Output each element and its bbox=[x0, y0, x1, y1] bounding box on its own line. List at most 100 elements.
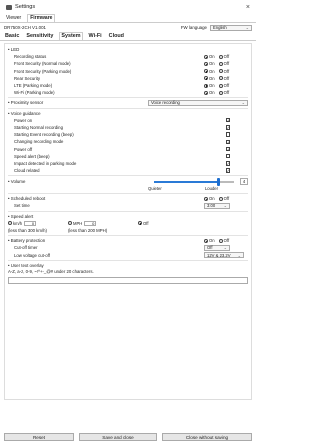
divider bbox=[8, 235, 248, 237]
reboot-radios: On Off bbox=[204, 196, 248, 201]
voice-label: Starting Event recording (beep) bbox=[14, 132, 74, 138]
voice-title: Voice guidance bbox=[10, 110, 41, 116]
radio-on[interactable]: On bbox=[204, 238, 215, 243]
radio-kmh[interactable]: km/h 0 bbox=[8, 220, 68, 226]
tab-basic[interactable]: Basic bbox=[4, 33, 20, 40]
reboot-label: Scheduled reboot bbox=[10, 196, 46, 202]
chevron-down-icon: ⌄ bbox=[223, 203, 227, 209]
radio-icon bbox=[204, 61, 208, 66]
kmh-stepper[interactable]: 0 bbox=[24, 220, 37, 226]
settings-tabs: Basic Sensitivity System Wi-Fi Cloud bbox=[0, 32, 256, 41]
radio-icon bbox=[204, 54, 208, 59]
battery-label: Battery protection bbox=[10, 238, 46, 244]
checkbox[interactable]: ✓ bbox=[225, 146, 230, 152]
radio-icon bbox=[218, 83, 223, 88]
tab-firmware[interactable]: Firmware bbox=[27, 14, 56, 22]
radio-on[interactable]: On bbox=[204, 76, 215, 81]
set-time-label: Set time bbox=[14, 203, 30, 209]
save-button[interactable]: Save and close bbox=[79, 433, 157, 441]
radio-icon bbox=[204, 69, 208, 74]
radio-on[interactable]: On bbox=[204, 61, 215, 66]
reset-button[interactable]: Reset bbox=[4, 433, 74, 441]
radio-icon bbox=[204, 196, 208, 201]
voice-row: Power on ✓ bbox=[8, 117, 248, 124]
voice-list: Power on ✓ Starting Normal recording ✓ Start… bbox=[8, 117, 248, 175]
checkbox[interactable]: ✓ bbox=[225, 168, 230, 173]
radio-off[interactable]: Off bbox=[218, 76, 229, 81]
volume-label: Volume bbox=[10, 179, 26, 185]
divider bbox=[8, 107, 248, 109]
set-time-row: Set time 3:00 ⌄ bbox=[8, 202, 248, 209]
radio-off[interactable]: Off bbox=[218, 83, 229, 88]
speed-row: km/h 0 MPH 0 Off bbox=[8, 220, 248, 227]
radio-off[interactable]: Off bbox=[218, 196, 229, 201]
radio-speed-off[interactable]: Off bbox=[138, 221, 149, 226]
title-bar: Settings × bbox=[0, 0, 256, 14]
top-tabs: Viewer Firmware bbox=[0, 14, 256, 23]
window-title: Settings bbox=[15, 4, 36, 10]
divider bbox=[8, 175, 248, 177]
radio-icon bbox=[204, 90, 208, 95]
close-without-saving-button[interactable]: Close without saving bbox=[162, 433, 252, 441]
tab-viewer[interactable]: Viewer bbox=[4, 15, 23, 22]
mph-hint: (less than 200 MPH) bbox=[68, 228, 108, 234]
overlay-input[interactable] bbox=[8, 276, 248, 284]
checkbox[interactable] bbox=[225, 154, 230, 159]
led-title: LED bbox=[10, 47, 20, 53]
fw-language-select[interactable]: English ⌄ bbox=[210, 24, 252, 31]
lowvolt-value: 12V & 23.2V bbox=[207, 252, 231, 258]
battery-row: • Battery protection On Off bbox=[8, 237, 248, 244]
lowvolt-select[interactable]: 12V & 23.2V ⌄ bbox=[204, 252, 244, 259]
radio-off[interactable]: Off bbox=[218, 69, 229, 74]
tab-system[interactable]: System bbox=[59, 32, 83, 40]
proximity-row: • Proximity sensor Voice recording ⌄ bbox=[8, 99, 248, 106]
tab-sensitivity[interactable]: Sensitivity bbox=[25, 33, 54, 40]
radio-icon bbox=[204, 76, 208, 81]
divider bbox=[8, 210, 248, 212]
radio-on[interactable]: On bbox=[204, 196, 215, 201]
close-icon[interactable]: × bbox=[246, 4, 250, 11]
radio-icon bbox=[218, 54, 223, 59]
led-label: Wi-Fi (Parking mode) bbox=[14, 90, 55, 96]
tab-wifi[interactable]: Wi-Fi bbox=[88, 33, 103, 40]
radio-off[interactable]: Off bbox=[218, 238, 229, 243]
volume-scale: Quieter Louder bbox=[148, 186, 218, 192]
volume-value[interactable]: 4 bbox=[240, 178, 248, 186]
checkbox[interactable]: ✓ bbox=[225, 125, 230, 130]
voice-row: Power off ✓ bbox=[8, 145, 248, 152]
led-row: Wi-Fi (Parking mode) On Off bbox=[8, 89, 248, 96]
radio-on[interactable]: On bbox=[204, 54, 215, 59]
led-label: Rear Security bbox=[14, 75, 41, 81]
battery-radios: On Off bbox=[204, 238, 248, 243]
checkbox[interactable] bbox=[225, 132, 230, 137]
voice-label: Cloud related bbox=[14, 168, 40, 174]
radio-on[interactable]: On bbox=[204, 90, 215, 95]
radio-icon bbox=[218, 69, 223, 74]
checkbox[interactable]: ✓ bbox=[225, 161, 230, 166]
proximity-select[interactable]: Voice recording ⌄ bbox=[148, 99, 248, 106]
divider bbox=[8, 193, 248, 195]
checkbox[interactable]: ✓ bbox=[225, 139, 230, 144]
radio-mph[interactable]: MPH 0 bbox=[68, 220, 138, 226]
volume-slider[interactable] bbox=[154, 177, 234, 186]
radio-icon bbox=[218, 238, 223, 243]
overlay-hint: A-Z, a-z, 0-9, ~!^+-_@# under 20 charact… bbox=[8, 269, 94, 275]
radio-off[interactable]: Off bbox=[218, 54, 229, 59]
led-radios: On Off bbox=[204, 54, 248, 59]
slider-thumb[interactable] bbox=[216, 177, 220, 186]
chevron-down-icon: ⌄ bbox=[241, 100, 245, 106]
radio-on[interactable]: On bbox=[204, 83, 215, 88]
radio-off[interactable]: Off bbox=[218, 90, 229, 95]
checkbox[interactable]: ✓ bbox=[225, 118, 230, 123]
voice-row: Speed alert (beep) bbox=[8, 153, 248, 160]
voice-label: Impact detected in parking mode bbox=[14, 160, 77, 166]
cutoff-select[interactable]: Off ⌄ bbox=[204, 244, 230, 251]
chevron-down-icon: ⌄ bbox=[223, 245, 227, 251]
radio-on[interactable]: On bbox=[204, 69, 215, 74]
radio-icon bbox=[138, 221, 142, 226]
reboot-row: • Scheduled reboot On Off bbox=[8, 195, 248, 202]
set-time-select[interactable]: 3:00 ⌄ bbox=[204, 202, 230, 209]
radio-off[interactable]: Off bbox=[218, 61, 229, 66]
mph-stepper[interactable]: 0 bbox=[84, 220, 97, 226]
tab-cloud[interactable]: Cloud bbox=[108, 33, 125, 40]
